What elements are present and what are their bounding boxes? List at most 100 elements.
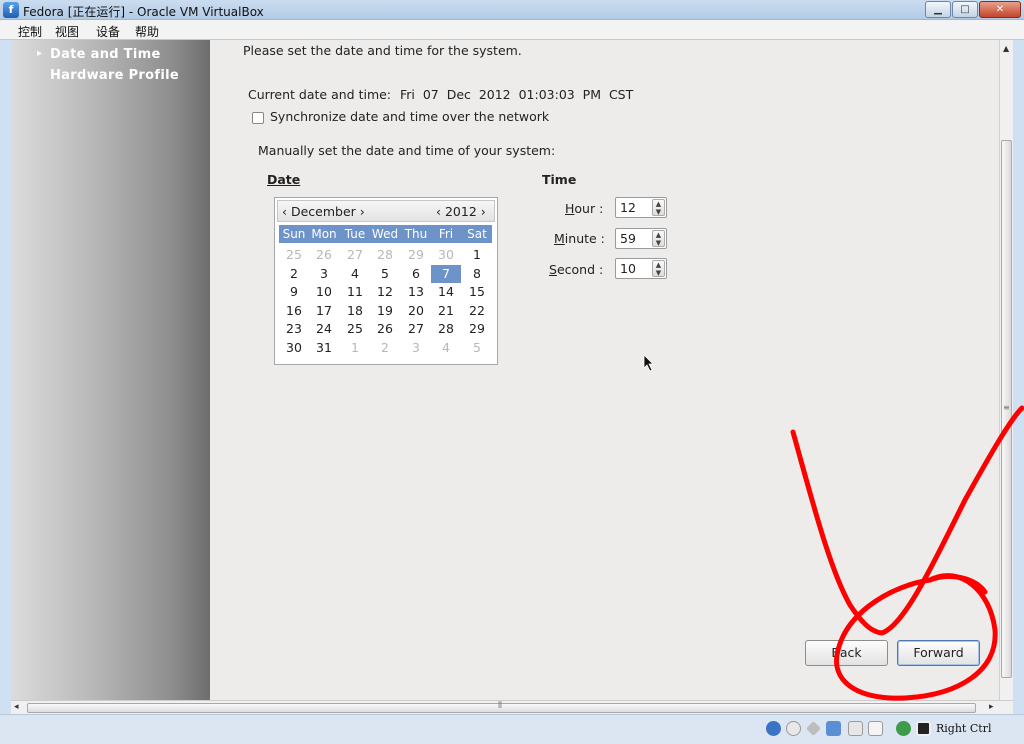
calendar-day[interactable]: 28	[370, 246, 400, 264]
vertical-scroll-thumb[interactable]: ≡	[1001, 140, 1012, 678]
year-selector[interactable]: ‹ 2012 ›	[436, 204, 486, 219]
date-heading: Date	[267, 172, 301, 187]
calendar-day[interactable]: 4	[431, 339, 461, 357]
calendar-day[interactable]: 30	[431, 246, 461, 264]
menu-devices[interactable]: 设备	[96, 23, 120, 40]
calendar-day[interactable]: 22	[462, 302, 492, 320]
calendar-day[interactable]: 12	[370, 283, 400, 301]
calendar-day[interactable]: 5	[370, 265, 400, 283]
weekday-sat: Sat	[467, 227, 487, 241]
calendar-day[interactable]: 31	[309, 339, 339, 357]
calendar-day[interactable]: 10	[309, 283, 339, 301]
calendar-day[interactable]: 19	[370, 302, 400, 320]
calendar-day[interactable]: 11	[340, 283, 370, 301]
minute-spin-arrows-icon[interactable]: ▲ ▼	[652, 230, 665, 247]
network-icon[interactable]	[826, 721, 841, 736]
calendar-day[interactable]: 26	[370, 320, 400, 338]
back-button[interactable]: Back	[805, 640, 888, 666]
installer-sidebar: ▸ Date and Time Hardware Profile	[11, 40, 210, 700]
second-label: Second :	[549, 262, 604, 277]
calendar-day[interactable]: 24	[309, 320, 339, 338]
forward-button[interactable]: Forward	[897, 640, 980, 666]
date-time-page: Please set the date and time for the sys…	[210, 40, 999, 700]
calendar-day[interactable]: 15	[462, 283, 492, 301]
scroll-grip-icon: ⦀	[498, 701, 502, 711]
calendar-weekday-row: Sun Mon Tue Wed Thu Fri Sat	[279, 225, 492, 243]
calendar-day[interactable]: 26	[309, 246, 339, 264]
menu-help[interactable]: 帮助	[135, 23, 159, 40]
usb-icon[interactable]	[806, 721, 821, 736]
horizontal-scrollbar[interactable]: ◂ ⦀ ▸	[11, 700, 1013, 714]
horizontal-scroll-thumb[interactable]: ⦀	[27, 701, 976, 713]
scroll-up-icon[interactable]: ▲	[1003, 44, 1009, 53]
close-button[interactable]: ✕	[979, 1, 1021, 18]
calendar-day[interactable]: 17	[309, 302, 339, 320]
vertical-scrollbar[interactable]: ▲ ≡	[999, 40, 1013, 700]
calendar-day[interactable]: 25	[340, 320, 370, 338]
calendar-day[interactable]: 14	[431, 283, 461, 301]
calendar-day[interactable]: 3	[401, 339, 431, 357]
scroll-left-icon[interactable]: ◂	[14, 702, 19, 712]
weekday-tue: Tue	[344, 227, 366, 241]
calendar-day[interactable]: 30	[279, 339, 309, 357]
window-title: Fedora [正在运行] - Oracle VM VirtualBox	[23, 5, 264, 19]
mouse-integration-icon[interactable]	[896, 721, 911, 736]
calendar-day[interactable]: 29	[401, 246, 431, 264]
hour-spinner[interactable]: 12 ▲ ▼	[615, 197, 667, 218]
scroll-right-icon[interactable]: ▸	[989, 702, 994, 712]
vm-display[interactable]: ▸ Date and Time Hardware Profile Please …	[11, 40, 1013, 700]
calendar-day[interactable]: 25	[279, 246, 309, 264]
calendar-day[interactable]: 29	[462, 320, 492, 338]
menu-control[interactable]: 控制	[18, 23, 42, 40]
sync-network-checkbox[interactable]	[252, 112, 264, 124]
calendar-day[interactable]: 27	[340, 246, 370, 264]
page-intro: Please set the date and time for the sys…	[243, 43, 522, 58]
sidebar-item-hardware-profile: Hardware Profile	[50, 68, 179, 83]
scroll-grip-icon: ≡	[1003, 403, 1010, 412]
calendar-day[interactable]: 7	[431, 264, 461, 283]
second-spinner[interactable]: 10 ▲ ▼	[615, 258, 667, 279]
calendar-day[interactable]: 20	[401, 302, 431, 320]
optical-drive-icon[interactable]	[786, 721, 801, 736]
calendar-day[interactable]: 1	[462, 246, 492, 264]
mouse-cursor-icon	[643, 354, 654, 372]
calendar: ‹ December › ‹ 2012 › Sun Mon Tue Wed Th…	[274, 197, 498, 365]
calendar-day[interactable]: 13	[401, 283, 431, 301]
minimize-button[interactable]: ▁	[925, 1, 951, 18]
calendar-day[interactable]: 5	[462, 339, 492, 357]
minute-label: Minute :	[554, 231, 605, 246]
weekday-sun: Sun	[282, 227, 306, 241]
calendar-day[interactable]: 21	[431, 302, 461, 320]
calendar-day[interactable]: 27	[401, 320, 431, 338]
sidebar-item-date-and-time: Date and Time	[50, 47, 161, 62]
minute-value: 59	[620, 231, 636, 246]
shared-folders-icon[interactable]	[848, 721, 863, 736]
manual-set-label: Manually set the date and time of your s…	[258, 143, 556, 158]
menu-view[interactable]: 视图	[55, 23, 79, 40]
month-selector[interactable]: ‹ December ›	[282, 204, 365, 219]
maximize-button[interactable]: □	[952, 1, 978, 18]
calendar-day[interactable]: 2	[279, 265, 309, 283]
display-icon[interactable]	[868, 721, 883, 736]
minute-spinner[interactable]: 59 ▲ ▼	[615, 228, 667, 249]
hour-spin-arrows-icon[interactable]: ▲ ▼	[652, 199, 665, 216]
second-spin-arrows-icon[interactable]: ▲ ▼	[652, 260, 665, 277]
calendar-day[interactable]: 6	[401, 265, 431, 283]
calendar-day[interactable]: 3	[309, 265, 339, 283]
calendar-day[interactable]: 8	[462, 265, 492, 283]
calendar-day[interactable]: 1	[340, 339, 370, 357]
hard-disk-icon[interactable]	[766, 721, 781, 736]
calendar-day[interactable]: 28	[431, 320, 461, 338]
title-bar[interactable]: f Fedora [正在运行] - Oracle VM VirtualBox ▁…	[0, 0, 1024, 20]
current-datetime-value: Fri 07 Dec 2012 01:03:03 PM CST	[400, 87, 634, 102]
keyboard-capture-icon[interactable]	[916, 721, 931, 736]
calendar-day[interactable]: 2	[370, 339, 400, 357]
sync-network-label[interactable]: Synchronize date and time over the netwo…	[270, 109, 549, 124]
calendar-day[interactable]: 16	[279, 302, 309, 320]
calendar-day[interactable]: 18	[340, 302, 370, 320]
calendar-day[interactable]: 4	[340, 265, 370, 283]
weekday-wed: Wed	[371, 227, 399, 241]
calendar-day[interactable]: 9	[279, 283, 309, 301]
calendar-day[interactable]: 23	[279, 320, 309, 338]
current-datetime-label: Current date and time:	[248, 87, 392, 102]
